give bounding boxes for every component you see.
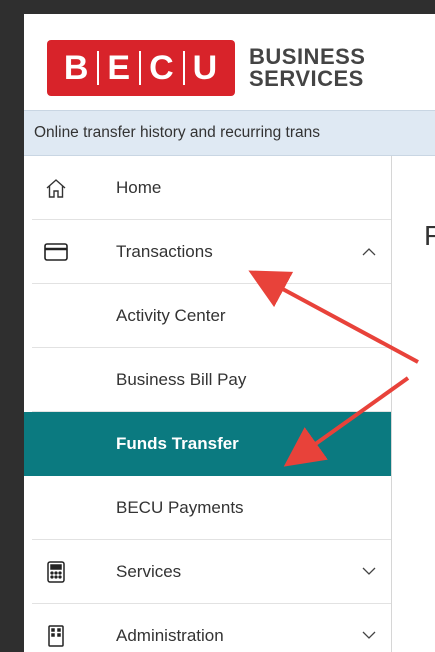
sidebar-item-label: Business Bill Pay bbox=[116, 369, 247, 389]
chevron-up-icon[interactable] bbox=[361, 244, 377, 260]
sidebar-item-label: Transactions bbox=[116, 241, 213, 261]
window-frame: BECU BUSINESS SERVICES Online transfer h… bbox=[0, 0, 435, 652]
logo-text: BUSINESS SERVICES bbox=[249, 46, 365, 90]
info-banner-text: Online transfer history and recurring tr… bbox=[34, 124, 321, 141]
sidebar-item-services[interactable]: Services bbox=[32, 540, 391, 604]
sidebar-item-label: Home bbox=[116, 177, 162, 197]
sidebar-item-label: Funds Transfer bbox=[116, 434, 239, 453]
calculator-icon bbox=[44, 560, 68, 584]
home-icon bbox=[44, 176, 68, 200]
sidebar-item-label: Activity Center bbox=[116, 305, 226, 325]
sidebar-subitem-funds-transfer[interactable]: Funds Transfer bbox=[24, 412, 391, 476]
chevron-down-icon[interactable] bbox=[361, 628, 377, 644]
sidebar-item-label: Services bbox=[116, 561, 182, 581]
header: BECU BUSINESS SERVICES bbox=[24, 14, 435, 110]
sidebar-subitem-becu-payments[interactable]: BECU Payments bbox=[32, 476, 391, 540]
card-icon bbox=[44, 240, 68, 264]
sidebar-item-administration[interactable]: Administration bbox=[32, 604, 391, 652]
app-window: BECU BUSINESS SERVICES Online transfer h… bbox=[24, 14, 435, 652]
sidebar-nav: Home Transactions Activity Center Busine… bbox=[24, 156, 392, 652]
logo-line1: BUSINESS bbox=[249, 44, 366, 69]
sidebar-item-label: Administration bbox=[116, 625, 224, 645]
sidebar-item-transactions[interactable]: Transactions bbox=[32, 220, 391, 284]
sidebar-subitem-business-bill-pay[interactable]: Business Bill Pay bbox=[32, 348, 391, 412]
becu-logo-mark: BECU bbox=[47, 40, 235, 96]
becu-logo[interactable]: BECU BUSINESS SERVICES bbox=[47, 40, 365, 96]
page-title: F bbox=[424, 220, 435, 251]
sidebar-item-label: BECU Payments bbox=[116, 497, 244, 517]
chevron-down-icon[interactable] bbox=[361, 564, 377, 580]
sidebar-subitem-activity-center[interactable]: Activity Center bbox=[32, 284, 391, 348]
logo-line2: SERVICES bbox=[249, 66, 364, 91]
building-icon bbox=[44, 624, 68, 648]
info-banner: Online transfer history and recurring tr… bbox=[24, 110, 435, 156]
sidebar-item-home[interactable]: Home bbox=[32, 156, 391, 220]
